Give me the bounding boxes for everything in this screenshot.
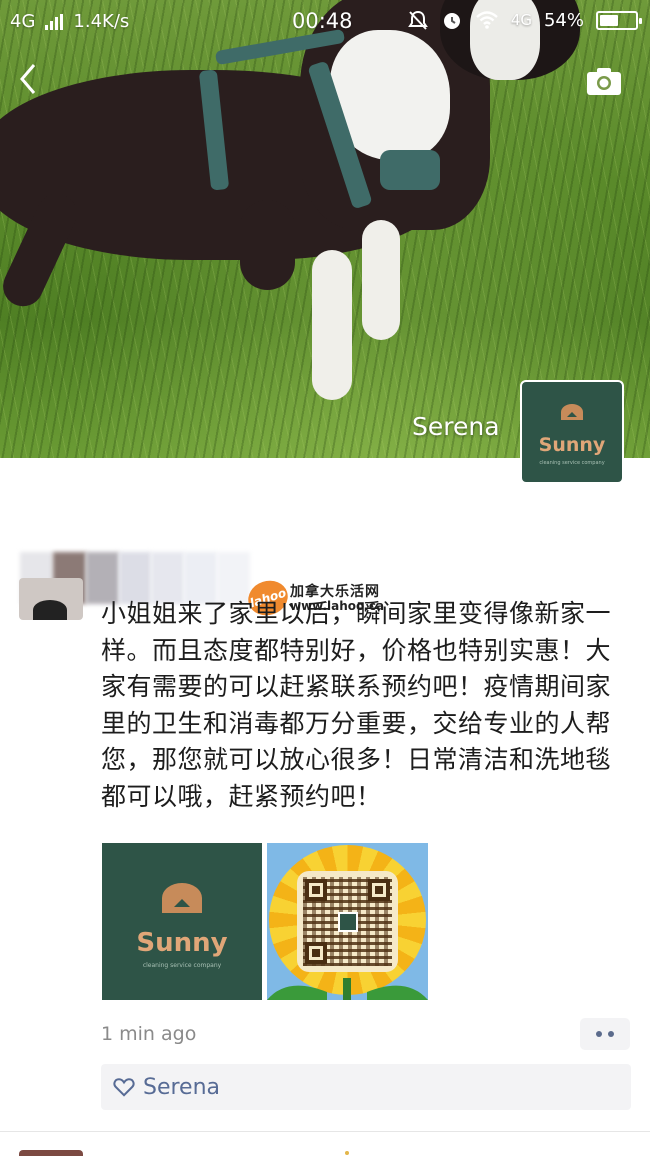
house-icon	[174, 899, 190, 907]
dog-leg	[240, 200, 295, 290]
post-text: 小姐姐来了家里以后，瞬间家里变得像新家一样。而且态度都特别好，价格也特别实惠！大…	[101, 599, 612, 811]
qr-center-logo	[337, 911, 358, 932]
status-right: 4G 54%	[407, 9, 642, 31]
network-type: 4G	[10, 11, 36, 32]
chevron-left-icon	[20, 64, 36, 94]
qr-pattern	[303, 877, 392, 966]
battery-fill	[600, 14, 618, 26]
dog-leg-white	[312, 250, 352, 400]
house-icon	[567, 412, 577, 417]
wifi-icon	[476, 11, 498, 29]
logo-tagline: cleaning service company	[142, 962, 222, 969]
dot-icon	[608, 1031, 614, 1037]
status-bar: 4G 1.4K/s 00:48 4G 54%	[0, 0, 650, 44]
signal-icon	[45, 13, 64, 30]
avatar-figure	[33, 600, 67, 620]
sun-emblem-icon	[162, 883, 202, 913]
network-type-right: 4G	[510, 11, 532, 29]
back-button[interactable]	[18, 62, 48, 102]
qr-code	[297, 871, 398, 972]
dot-icon	[596, 1031, 602, 1037]
dog-leg-white	[362, 220, 400, 340]
post-divider	[0, 1131, 650, 1132]
post-time: 1 min ago	[101, 1023, 197, 1045]
camera-button[interactable]	[586, 66, 622, 98]
heart-icon	[113, 1078, 135, 1097]
qr-finder	[305, 942, 327, 964]
leaves-icon	[267, 978, 428, 1000]
qr-finder	[305, 879, 327, 901]
next-post-dot	[345, 1151, 349, 1155]
profile-name: Serena	[412, 412, 500, 441]
battery-percent: 54%	[543, 9, 584, 31]
likes-section: Serena	[101, 1064, 631, 1110]
status-time: 00:48	[292, 9, 353, 33]
alarm-icon	[443, 13, 460, 29]
network-speed: 1.4K/s	[73, 11, 130, 32]
post-author-avatar[interactable]	[19, 578, 83, 620]
battery-icon	[596, 10, 642, 30]
logo-tagline: cleaning service company	[539, 460, 605, 466]
like-user-link[interactable]: Serena	[143, 1075, 220, 1100]
more-actions-button[interactable]	[580, 1018, 630, 1050]
harness-buckle	[380, 150, 440, 190]
mute-bell-icon	[407, 10, 428, 30]
post-image-qr[interactable]	[267, 843, 428, 1000]
profile-avatar[interactable]: Sunny cleaning service company	[520, 380, 624, 484]
next-post-avatar[interactable]	[19, 1150, 83, 1156]
camera-icon	[587, 68, 621, 95]
post-image-logo[interactable]: Sunny cleaning service company	[102, 843, 262, 1000]
logo-brand: Sunny	[538, 434, 606, 456]
qr-finder	[368, 879, 390, 901]
status-left: 4G 1.4K/s	[10, 11, 129, 32]
logo-brand: Sunny	[136, 928, 228, 958]
